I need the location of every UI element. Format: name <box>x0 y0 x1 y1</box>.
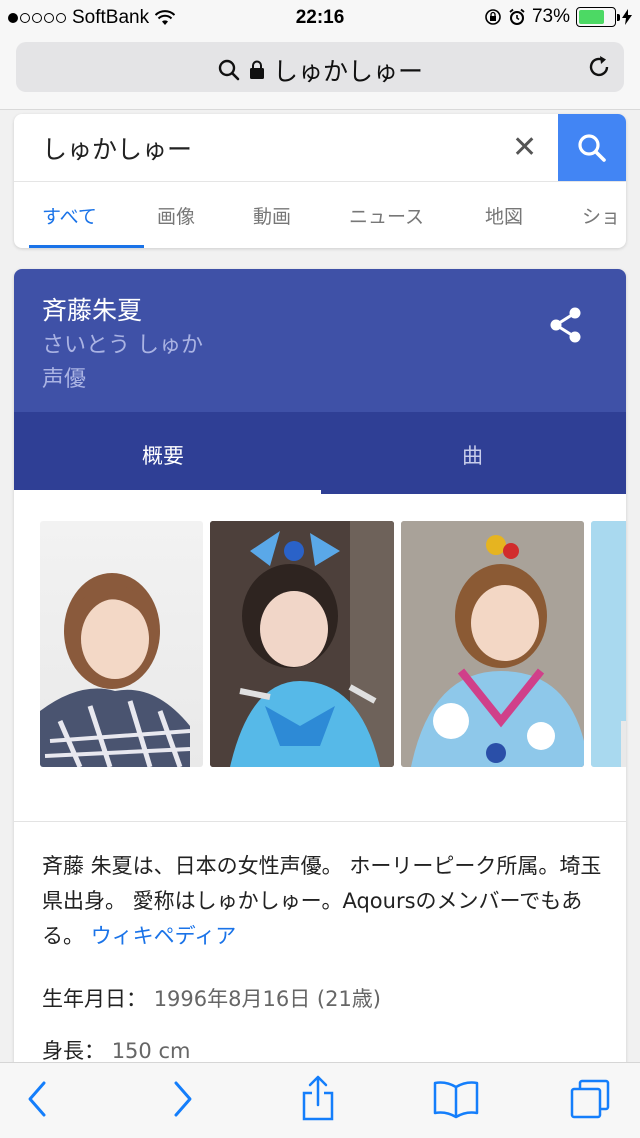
photo-4[interactable] <box>591 521 626 767</box>
photo-carousel[interactable] <box>40 521 626 767</box>
lock-icon <box>249 60 264 79</box>
photo-1[interactable] <box>40 521 203 767</box>
tab-shopping[interactable]: ショ <box>582 202 620 229</box>
share-icon[interactable] <box>300 1073 336 1123</box>
entity-name: 斉藤朱夏 <box>42 296 143 325</box>
knowledge-tabs: 概要 曲 <box>14 412 626 494</box>
knowledge-panel: 斉藤朱夏 さいとう しゅか 声優 概要 曲 斉藤 朱夏は、日本の女性声優。 ホー… <box>14 269 626 1138</box>
forward-icon[interactable] <box>168 1077 196 1121</box>
knowledge-header: 斉藤朱夏 さいとう しゅか 声優 <box>14 269 626 412</box>
alarm-icon <box>509 8 525 25</box>
browser-toolbar <box>0 1062 640 1138</box>
clear-icon[interactable]: ✕ <box>512 130 537 165</box>
entity-description: 斉藤 朱夏は、日本の女性声優。 ホーリーピーク所属。埼玉県出身。 愛称はしゅかし… <box>42 849 602 954</box>
battery-percent: 73% <box>531 6 570 27</box>
tabs-icon[interactable] <box>568 1077 612 1121</box>
search-tabs: すべて 画像 動画 ニュース 地図 ショ <box>14 182 626 248</box>
photo-3[interactable] <box>401 521 584 767</box>
fact-value: 1996年8月16日 (21歳) <box>153 987 381 1011</box>
fact-label: 生年月日： <box>42 987 147 1011</box>
url-text: しゅかしゅー <box>272 57 423 86</box>
search-panel: しゅかしゅー ✕ すべて 画像 動画 ニュース 地図 ショ <box>14 114 626 248</box>
fact-value: 150 cm <box>111 1039 191 1063</box>
tab-all[interactable]: すべて <box>42 202 97 229</box>
browser-address-bar: しゅかしゅー <box>0 36 640 110</box>
share-icon[interactable] <box>546 305 586 345</box>
entity-occupation: 声優 <box>42 367 87 392</box>
status-bar: SoftBank 22:16 73% <box>0 0 640 36</box>
tab-songs[interactable]: 曲 <box>462 440 483 470</box>
url-field[interactable]: しゅかしゅー <box>16 42 624 92</box>
search-button[interactable] <box>558 114 626 181</box>
wikipedia-link[interactable]: ウィキペディア <box>91 924 237 948</box>
charging-bolt-icon <box>622 9 632 25</box>
tab-videos[interactable]: 動画 <box>253 202 291 229</box>
photo-2[interactable] <box>210 521 394 767</box>
battery-icon <box>576 7 620 27</box>
rotation-lock-icon <box>485 9 501 25</box>
tab-maps[interactable]: 地図 <box>485 202 523 229</box>
fact-row-height: 身長： 150 cm <box>42 1035 190 1065</box>
tab-news[interactable]: ニュース <box>349 202 424 229</box>
entity-reading: さいとう しゅか <box>42 333 203 358</box>
tab-overview[interactable]: 概要 <box>142 440 184 470</box>
search-icon <box>218 59 240 81</box>
tab-images[interactable]: 画像 <box>157 202 195 229</box>
search-input[interactable]: しゅかしゅー <box>42 130 192 166</box>
bookmarks-icon[interactable] <box>432 1079 480 1119</box>
fact-row-birthdate: 生年月日： 1996年8月16日 (21歳) <box>42 983 381 1013</box>
search-icon <box>578 133 606 162</box>
fact-label: 身長： <box>42 1039 105 1063</box>
reload-icon[interactable] <box>586 54 612 80</box>
back-icon[interactable] <box>24 1077 52 1121</box>
